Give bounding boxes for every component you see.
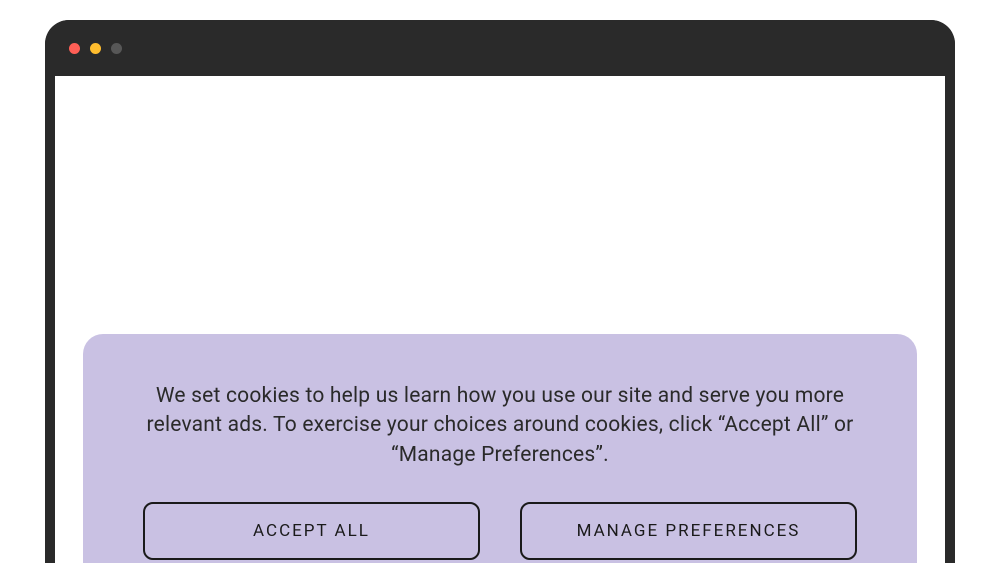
browser-titlebar bbox=[45, 20, 955, 76]
maximize-icon[interactable] bbox=[111, 43, 122, 54]
manage-preferences-button[interactable]: MANAGE PREFERENCES bbox=[520, 502, 857, 560]
minimize-icon[interactable] bbox=[90, 43, 101, 54]
cookie-consent-banner: We set cookies to help us learn how you … bbox=[83, 334, 917, 563]
accept-all-button[interactable]: ACCEPT ALL bbox=[143, 502, 480, 560]
close-icon[interactable] bbox=[69, 43, 80, 54]
browser-viewport: We set cookies to help us learn how you … bbox=[55, 76, 945, 563]
browser-window-frame: We set cookies to help us learn how you … bbox=[45, 20, 955, 563]
cookie-button-row: ACCEPT ALL MANAGE PREFERENCES bbox=[143, 502, 857, 560]
cookie-consent-message: We set cookies to help us learn how you … bbox=[143, 382, 857, 470]
